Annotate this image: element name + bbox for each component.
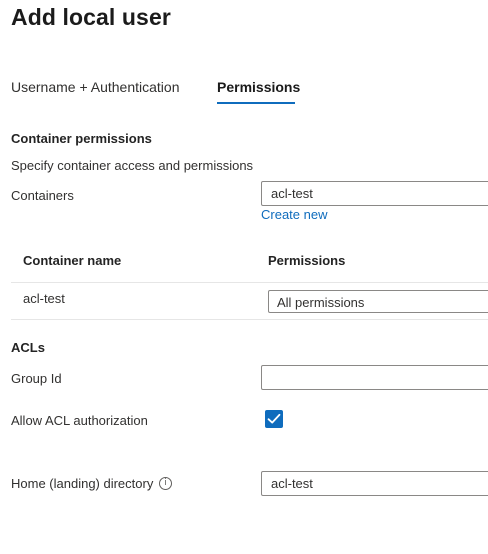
containers-label: Containers [11,188,74,203]
container-permissions-description: Specify container access and permissions [11,158,254,173]
container-permissions-heading: Container permissions [11,131,152,146]
tab-permissions[interactable]: Permissions [217,79,300,95]
table-row-container-name: acl-test [23,291,65,306]
home-directory-label: Home (landing) directory [11,476,154,491]
group-id-label: Group Id [11,371,62,386]
acls-heading: ACLs [11,340,45,355]
checkmark-icon [267,413,281,424]
column-header-container-name: Container name [23,253,122,268]
group-id-input[interactable] [261,365,488,390]
info-icon[interactable]: i [159,477,172,490]
table-row-divider [11,319,488,320]
allow-acl-authorization-checkbox[interactable] [265,410,283,428]
page-title: Add local user [11,4,171,30]
column-header-permissions: Permissions [268,253,346,268]
selected-tab-indicator [217,102,295,104]
containers-dropdown[interactable]: acl-test [261,181,488,206]
allow-acl-authorization-label: Allow ACL authorization [11,413,148,428]
create-new-link[interactable]: Create new [261,207,327,222]
home-directory-input[interactable]: acl-test [261,471,488,496]
add-local-user-panel: Add local user Username + Authentication… [0,0,488,554]
permissions-dropdown[interactable]: All permissions [268,290,488,313]
table-header-divider [11,282,488,283]
tab-username-authentication[interactable]: Username + Authentication [11,79,180,95]
